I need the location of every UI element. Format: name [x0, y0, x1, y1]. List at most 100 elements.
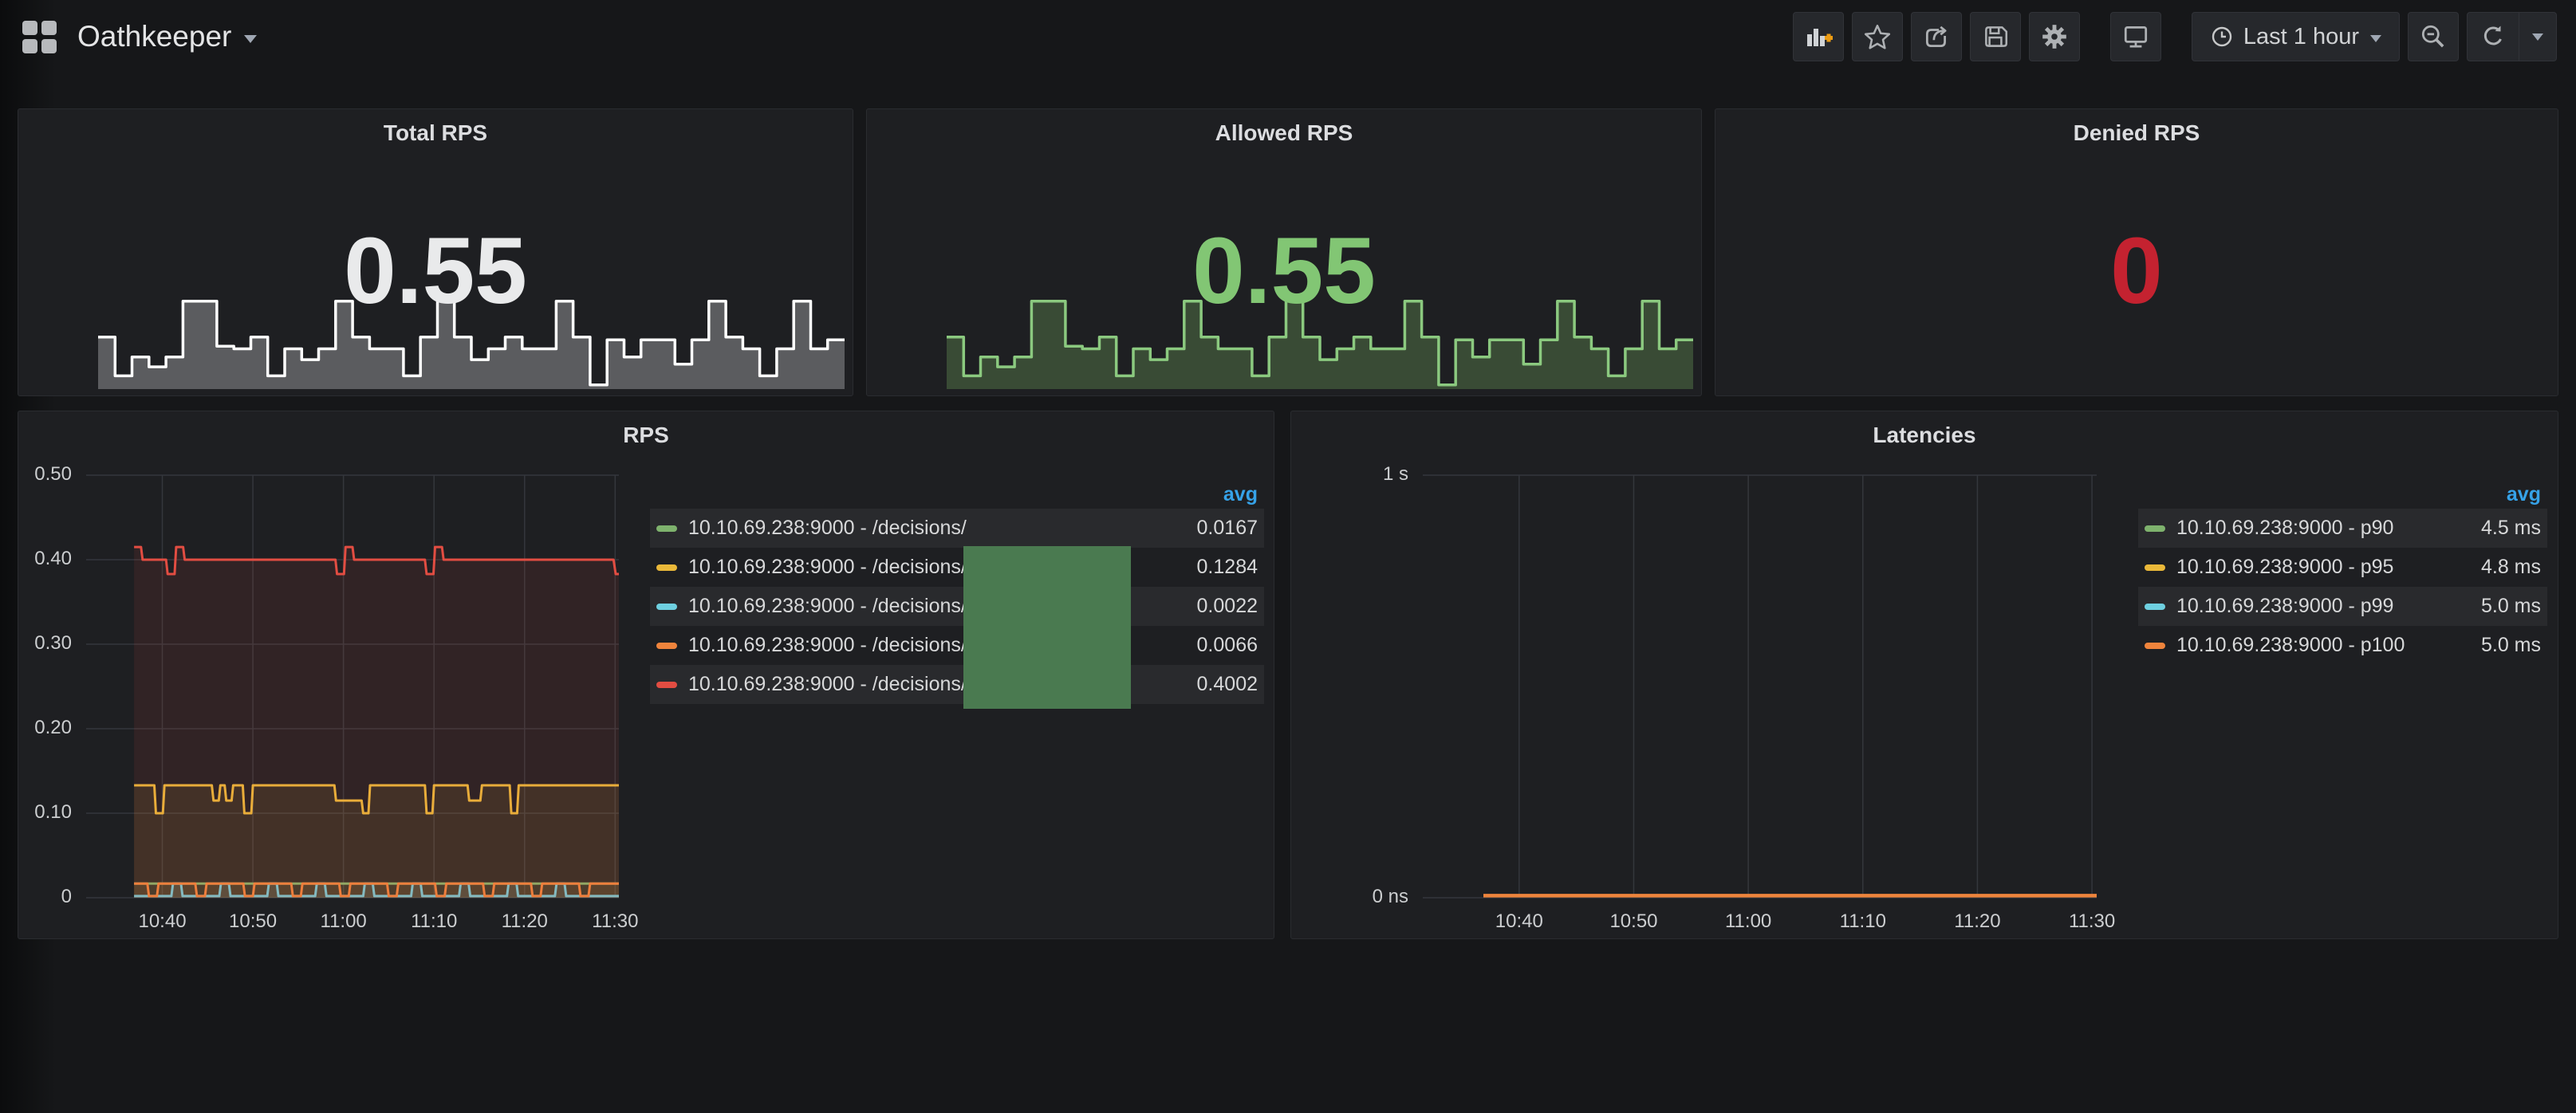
- caret-down-icon: [2370, 35, 2381, 42]
- panel-allowed-rps: Allowed RPS 0.55: [866, 108, 1702, 396]
- zoom-out-magnifier-icon: [2419, 22, 2448, 51]
- x-axis-tick: 11:10: [386, 910, 482, 933]
- refresh-interval-dropdown[interactable]: [2519, 13, 2556, 61]
- series-label[interactable]: 10.10.69.238:9000 - p99: [2176, 595, 2445, 618]
- series-avg-value: 4.8 ms: [2445, 556, 2541, 579]
- x-axis-tick: 11:00: [296, 910, 392, 933]
- legend-row[interactable]: 10.10.69.238:9000 - /decisions/0.4002: [650, 665, 1264, 704]
- series-color-swatch[interactable]: [2145, 564, 2165, 571]
- x-axis-tick: 10:40: [115, 910, 211, 933]
- x-axis-tick: 11:20: [1929, 910, 2025, 933]
- series-color-swatch[interactable]: [656, 564, 677, 571]
- save-floppy-icon: [1981, 22, 2010, 51]
- series-avg-value: 4.5 ms: [2445, 517, 2541, 540]
- star-button[interactable]: [1852, 12, 1903, 61]
- caret-down-icon: [2532, 33, 2543, 41]
- series-color-swatch[interactable]: [656, 643, 677, 649]
- series-label[interactable]: 10.10.69.238:9000 - p100: [2176, 634, 2445, 657]
- bar-chart-add-icon: [1804, 22, 1833, 51]
- series-color-swatch[interactable]: [2145, 604, 2165, 610]
- legend-row[interactable]: 10.10.69.238:9000 - /decisions/0.0066: [650, 626, 1264, 665]
- refresh-button[interactable]: [2468, 13, 2519, 61]
- panel-total-rps: Total RPS 0.55: [18, 108, 853, 396]
- series-label[interactable]: 10.10.69.238:9000 - p90: [2176, 517, 2445, 540]
- legend-row[interactable]: 10.10.69.238:9000 - p954.8 ms: [2138, 548, 2547, 587]
- y-axis-tick: 0.40: [18, 548, 72, 570]
- grid-square: [41, 21, 57, 35]
- y-axis-tick: 0.20: [18, 717, 72, 739]
- refresh-split-button: [2467, 12, 2557, 61]
- y-axis-tick: 1 s: [1291, 463, 1408, 486]
- series-avg-value: 0.0167: [1170, 517, 1258, 540]
- x-axis-tick: 10:40: [1471, 910, 1567, 933]
- cycle-view-button[interactable]: [2110, 12, 2161, 61]
- series-label[interactable]: 10.10.69.238:9000 - p95: [2176, 556, 2445, 579]
- toolbar: Last 1 hour: [1785, 12, 2557, 61]
- legend-row[interactable]: 10.10.69.238:9000 - p1005.0 ms: [2138, 626, 2547, 665]
- tv-monitor-icon: [2121, 22, 2150, 51]
- legend-row[interactable]: 10.10.69.238:9000 - /decisions/0.0022: [650, 587, 1264, 626]
- stat-value-allowed-rps: 0.55: [867, 219, 1701, 323]
- panel-title-latencies[interactable]: Latencies: [1291, 423, 2558, 448]
- settings-button[interactable]: [2029, 12, 2080, 61]
- series-color-swatch[interactable]: [656, 682, 677, 688]
- legend-row[interactable]: 10.10.69.238:9000 - /decisions/0.1284: [650, 548, 1264, 587]
- latencies-plot: [1423, 475, 2097, 898]
- y-axis-tick: 0.50: [18, 463, 72, 486]
- series-color-swatch[interactable]: [656, 525, 677, 532]
- series-avg-value: 0.4002: [1170, 673, 1258, 696]
- legend-avg-column-header: avg: [650, 480, 1264, 509]
- legend-row[interactable]: 10.10.69.238:9000 - p995.0 ms: [2138, 587, 2547, 626]
- refresh-icon: [2479, 23, 2507, 50]
- top-navbar: Oathkeeper: [0, 0, 2576, 73]
- legend-row[interactable]: 10.10.69.238:9000 - p904.5 ms: [2138, 509, 2547, 548]
- series-color-swatch[interactable]: [2145, 525, 2165, 532]
- y-axis-tick: 0 ns: [1291, 886, 1408, 908]
- share-button[interactable]: [1911, 12, 1962, 61]
- series-avg-value: 5.0 ms: [2445, 595, 2541, 618]
- save-button[interactable]: [1970, 12, 2021, 61]
- dashboard-title-dropdown[interactable]: Oathkeeper: [77, 20, 257, 53]
- stat-value-denied-rps: 0: [1715, 219, 2558, 323]
- stat-value-total-rps: 0.55: [18, 219, 853, 323]
- y-axis-tick: 0.30: [18, 632, 72, 655]
- latencies-legend: avg10.10.69.238:9000 - p904.5 ms10.10.69…: [2138, 480, 2547, 665]
- series-avg-value: 0.1284: [1170, 556, 1258, 579]
- legend-avg-column-header: avg: [2138, 480, 2547, 509]
- share-icon: [1922, 22, 1951, 51]
- panel-title-denied-rps[interactable]: Denied RPS: [1715, 120, 2558, 146]
- star-icon: [1863, 22, 1892, 51]
- clock-icon: [2210, 25, 2234, 49]
- panel-title-allowed-rps[interactable]: Allowed RPS: [867, 120, 1701, 146]
- x-axis-tick: 10:50: [205, 910, 301, 933]
- grid-square: [41, 39, 57, 53]
- panel-latencies-graph: Latencies 1 s0 ns10:4010:5011:0011:1011:…: [1290, 411, 2558, 939]
- panel-title-rps[interactable]: RPS: [18, 423, 1274, 448]
- y-axis-tick: 0: [18, 886, 72, 908]
- gear-icon: [2040, 22, 2069, 51]
- time-range-label: Last 1 hour: [2243, 24, 2359, 50]
- series-avg-value: 0.0022: [1170, 595, 1258, 618]
- green-overlay-box: [963, 546, 1131, 709]
- series-avg-value: 0.0066: [1170, 634, 1258, 657]
- x-axis-tick: 11:20: [477, 910, 573, 933]
- dashboard-title: Oathkeeper: [77, 20, 231, 53]
- rps-plot: [86, 475, 619, 898]
- grid-square: [22, 39, 37, 53]
- dashboard-grid-icon[interactable]: [22, 21, 57, 53]
- panel-title-total-rps[interactable]: Total RPS: [18, 120, 853, 146]
- time-range-picker[interactable]: Last 1 hour: [2192, 12, 2400, 61]
- x-axis-tick: 11:30: [567, 910, 663, 933]
- series-avg-value: 5.0 ms: [2445, 634, 2541, 657]
- add-panel-button[interactable]: [1793, 12, 1844, 61]
- series-color-swatch[interactable]: [656, 604, 677, 610]
- x-axis-tick: 11:30: [2044, 910, 2140, 933]
- rps-legend: avg10.10.69.238:9000 - /decisions/0.0167…: [650, 480, 1264, 704]
- x-axis-tick: 11:00: [1700, 910, 1796, 933]
- zoom-out-button[interactable]: [2408, 12, 2459, 61]
- y-axis-tick: 0.10: [18, 801, 72, 824]
- panel-denied-rps: Denied RPS 0: [1715, 108, 2558, 396]
- series-label[interactable]: 10.10.69.238:9000 - /decisions/: [688, 517, 1170, 540]
- legend-row[interactable]: 10.10.69.238:9000 - /decisions/0.0167: [650, 509, 1264, 548]
- series-color-swatch[interactable]: [2145, 643, 2165, 649]
